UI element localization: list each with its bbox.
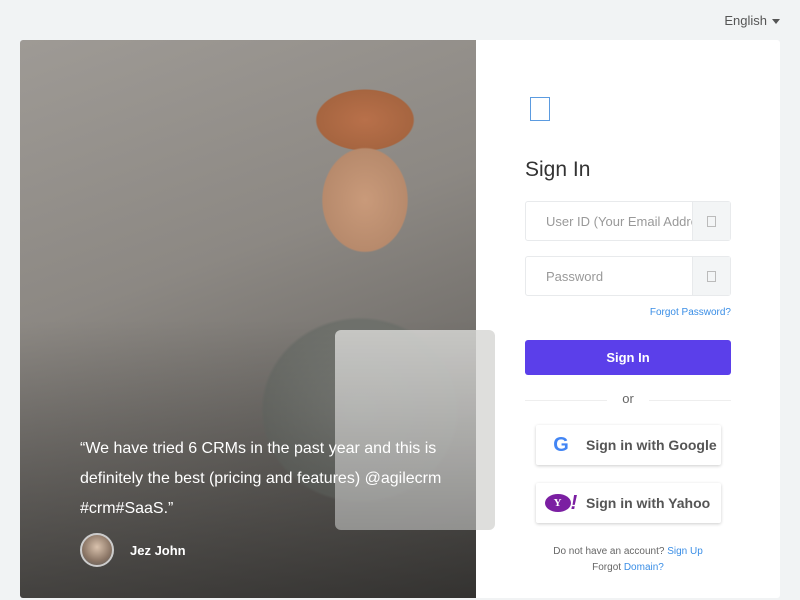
login-card: “We have tried 6 CRMs in the past year a… [20, 40, 780, 598]
user-icon [707, 215, 716, 227]
lock-icon [707, 270, 716, 282]
yahoo-signin-button[interactable]: Y! Sign in with Yahoo [536, 483, 721, 523]
chevron-down-icon [772, 19, 780, 25]
hero-photo: “We have tried 6 CRMs in the past year a… [20, 40, 495, 598]
testimonial-author: Jez John [80, 533, 186, 567]
sign-up-link[interactable]: Sign Up [667, 546, 703, 557]
sign-in-button[interactable]: Sign In [525, 340, 731, 375]
language-selector[interactable]: English [724, 13, 780, 28]
avatar [80, 533, 114, 567]
testimonial-quote: “We have tried 6 CRMs in the past year a… [80, 440, 442, 517]
user-id-input[interactable] [526, 202, 692, 240]
forgot-password-link[interactable]: Forgot Password? [650, 307, 731, 318]
user-id-field [525, 201, 731, 241]
forgot-domain-link[interactable]: Domain? [624, 562, 664, 573]
signin-panel: Sign In Forgot Password? Sign In or G Si… [476, 40, 780, 598]
page-title: Sign In [525, 158, 591, 181]
or-divider: or [525, 391, 731, 406]
google-signin-button[interactable]: G Sign in with Google [536, 425, 721, 465]
logo-icon [530, 97, 550, 121]
yahoo-icon: Y! [536, 492, 586, 515]
password-input[interactable] [526, 257, 692, 295]
password-field [525, 256, 731, 296]
google-icon: G [553, 433, 569, 456]
